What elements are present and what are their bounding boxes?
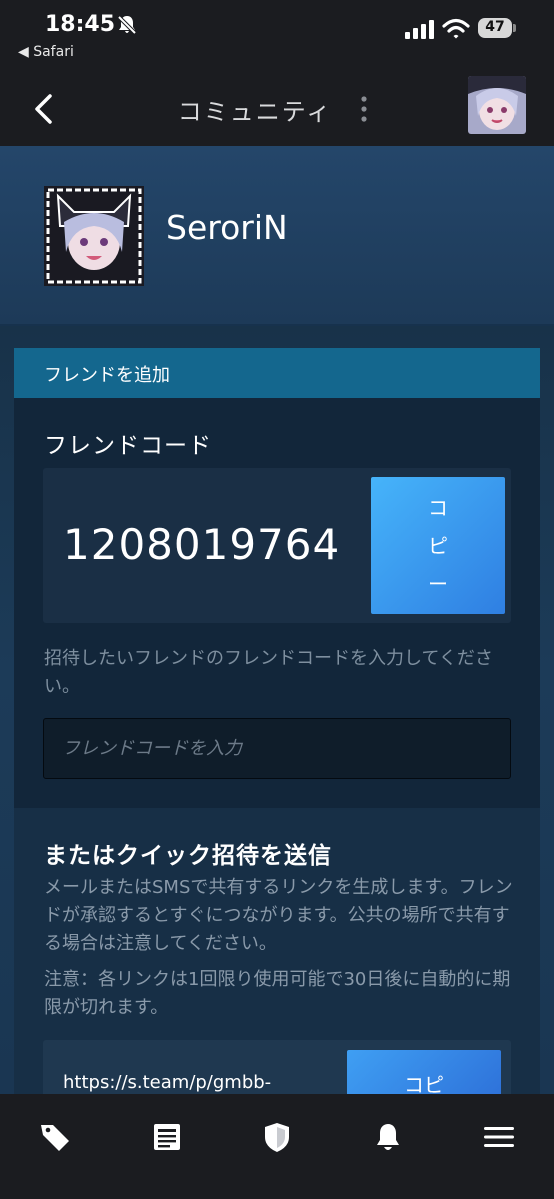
bell-off-icon <box>117 15 137 35</box>
profile-banner: SeroriN <box>0 146 554 326</box>
back-to-safari-link[interactable]: ◀ Safari <box>18 44 74 60</box>
friend-code-label: フレンドコード <box>44 433 212 459</box>
friend-code-input[interactable] <box>43 718 511 779</box>
profile-avatar[interactable] <box>44 186 144 286</box>
tab-notifications[interactable] <box>371 1120 405 1154</box>
battery-icon: 47 <box>478 16 516 40</box>
bottom-tab-bar <box>0 1094 554 1199</box>
friend-code-value: 1208019764 <box>63 520 341 569</box>
battery-level: 47 <box>485 19 505 35</box>
invite-link-text[interactable]: https://s.team/p/gmbb- <box>63 1072 271 1093</box>
nav-header: コミュニティ <box>0 76 554 146</box>
tab-guard[interactable] <box>260 1120 294 1154</box>
news-icon <box>154 1124 180 1150</box>
wifi-icon <box>442 18 470 39</box>
copy-code-button[interactable]: コ ピ ー <box>371 477 505 614</box>
tab-menu[interactable] <box>482 1120 516 1154</box>
tab-store[interactable] <box>38 1120 72 1154</box>
card-header-title: フレンドを追加 <box>44 365 170 386</box>
friend-code-help-text: 招待したいフレンドのフレンドコードを入力してください。 <box>44 648 493 697</box>
status-bar: 18:45 ◀ Safari 47 <box>0 0 554 82</box>
quick-invite-note: 注意：各リンクは1回限り使用可能で30日後に自動的に期限が切れます。 <box>44 969 511 1018</box>
copy-char: コ <box>428 495 448 520</box>
add-friend-card: フレンドを追加 フレンドコード 1208019764 コ ピ ー 招待したいフレ… <box>14 348 540 1120</box>
card-header: フレンドを追加 <box>14 348 540 398</box>
tag-icon <box>41 1125 69 1151</box>
quick-invite-description: メールまたはSMSで共有するリンクを生成します。フレンドが承認するとすぐにつなが… <box>44 877 513 954</box>
quick-invite-title: またはクイック招待を送信 <box>44 843 332 869</box>
bell-icon <box>377 1124 399 1150</box>
status-time: 18:45 <box>45 12 116 37</box>
more-vertical-icon[interactable] <box>356 94 372 124</box>
copy-char: ー <box>428 571 448 596</box>
copy-char: ピ <box>428 533 448 558</box>
avatar[interactable] <box>468 76 526 134</box>
friend-code-box: 1208019764 コ ピ ー <box>43 468 511 623</box>
shield-icon <box>265 1123 289 1152</box>
page-title: コミュニティ <box>177 98 333 126</box>
tab-news[interactable] <box>150 1120 184 1154</box>
app-screen: 18:45 ◀ Safari 47 コミュニティ SeroriN フレンドを追加… <box>0 0 554 1199</box>
menu-icon <box>484 1127 514 1147</box>
quick-invite-section: またはクイック招待を送信 メールまたはSMSで共有するリンクを生成します。フレン… <box>14 808 540 1120</box>
profile-name: SeroriN <box>166 208 288 247</box>
signal-icon <box>405 20 434 39</box>
